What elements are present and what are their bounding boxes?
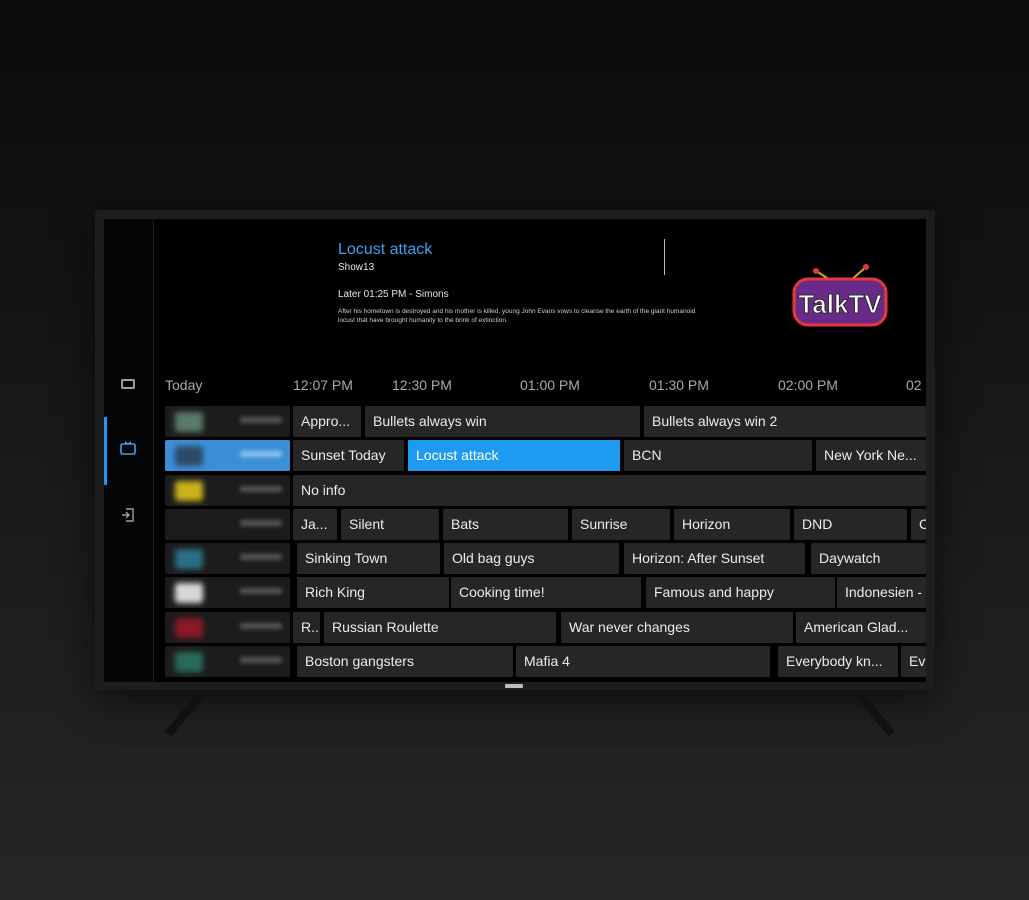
- program-cell[interactable]: Daywatch: [811, 543, 926, 575]
- channel-cell[interactable]: [165, 543, 290, 575]
- channel-name: [240, 657, 282, 664]
- tv-stand-left: [164, 693, 204, 737]
- program-cell[interactable]: Indonesien -: [837, 577, 926, 609]
- timeline-slot: 12:07 PM: [293, 377, 353, 393]
- timeline-today: Today: [165, 377, 203, 393]
- timeline-slot: 02:00 PM: [778, 377, 838, 393]
- program-cell[interactable]: Old bag guys: [444, 543, 619, 575]
- timeline-slot: 01:00 PM: [520, 377, 580, 393]
- program-later: Later 01:25 PM - Simons: [338, 289, 449, 300]
- guide-row: Boston gangsters Mafia 4 Everybody kn...…: [164, 645, 926, 679]
- timeline-slot: 02: [906, 377, 922, 393]
- channel-cell[interactable]: [165, 474, 290, 506]
- tv-brand-dot: [505, 684, 523, 688]
- program-cell[interactable]: Horizon: After Sunset: [624, 543, 805, 575]
- talktv-logo: TalkTV: [776, 257, 906, 333]
- channel-cell[interactable]: [165, 646, 290, 678]
- program-cell[interactable]: Sunset Today: [293, 440, 404, 472]
- sidebar: [104, 219, 154, 682]
- info-divider: [664, 239, 665, 275]
- program-cell[interactable]: Famous and happy: [646, 577, 835, 609]
- channel-name: [240, 622, 282, 629]
- timeline-slot: 01:30 PM: [649, 377, 709, 393]
- guide-row: Sunset Today Locust attack BCN New York …: [164, 439, 926, 473]
- program-cell[interactable]: Bats: [443, 508, 568, 540]
- program-cell[interactable]: C: [911, 508, 926, 540]
- channel-logo: [175, 617, 203, 638]
- program-cell[interactable]: Sinking Town: [297, 543, 440, 575]
- program-cell[interactable]: Cooking time!: [451, 577, 641, 609]
- channel-cell[interactable]: [165, 406, 290, 437]
- program-cell[interactable]: American Glad...: [796, 611, 926, 643]
- tv-screen: Locust attack Show13 Later 01:25 PM - Si…: [104, 219, 926, 682]
- guide-row: Rich King Cooking time! Famous and happy…: [164, 576, 926, 610]
- channel-logo: [175, 549, 203, 570]
- program-cell[interactable]: Ev: [901, 646, 926, 678]
- channel-cell[interactable]: [165, 577, 290, 609]
- channel-name: [240, 588, 282, 595]
- channel-name: [240, 417, 282, 423]
- channel-cell[interactable]: [165, 440, 290, 472]
- program-guide: Appro... Bullets always win Bullets alwa…: [164, 405, 926, 679]
- program-cell[interactable]: War never changes: [561, 611, 793, 643]
- svg-text:TalkTV: TalkTV: [798, 289, 882, 319]
- channel-name: [240, 451, 282, 458]
- program-cell-selected[interactable]: Locust attack: [408, 440, 620, 472]
- program-cell[interactable]: Silent: [341, 508, 439, 540]
- program-cell[interactable]: DND: [794, 508, 907, 540]
- program-cell[interactable]: BCN: [624, 440, 812, 472]
- channel-cell[interactable]: [165, 611, 290, 643]
- program-cell[interactable]: Boston gangsters: [297, 646, 513, 678]
- timeline-slot: 12:30 PM: [392, 377, 452, 393]
- program-info-panel: Locust attack Show13 Later 01:25 PM - Si…: [338, 241, 718, 326]
- channel-logo: [175, 652, 203, 673]
- program-cell[interactable]: Bullets always win 2: [644, 406, 926, 437]
- channel-name: [240, 485, 282, 492]
- channel-logo: [175, 480, 203, 501]
- exit-icon[interactable]: [118, 507, 138, 527]
- program-cell[interactable]: Ja...: [293, 508, 337, 540]
- program-cell[interactable]: Rich King: [297, 577, 449, 609]
- program-episode: Show13: [338, 262, 375, 273]
- channel-name: [240, 554, 282, 561]
- guide-row: R... Russian Roulette War never changes …: [164, 611, 926, 645]
- program-cell[interactable]: R...: [293, 611, 320, 643]
- program-cell[interactable]: Russian Roulette: [324, 611, 556, 643]
- channel-logo: [175, 412, 203, 432]
- program-cell[interactable]: Sunrise: [572, 508, 670, 540]
- guide-row: Sinking Town Old bag guys Horizon: After…: [164, 542, 926, 576]
- program-cell[interactable]: Appro...: [293, 406, 361, 437]
- program-cell[interactable]: No info: [293, 474, 926, 506]
- channel-logo: [175, 583, 203, 604]
- program-title: Locust attack: [338, 241, 433, 258]
- tv-icon[interactable]: [121, 379, 135, 389]
- timeline: Today 12:07 PM 12:30 PM 01:00 PM 01:30 P…: [164, 377, 926, 399]
- guide-row: No info: [164, 474, 926, 508]
- program-cell[interactable]: Horizon: [674, 508, 790, 540]
- sidebar-active-indicator: [104, 417, 107, 485]
- channel-logo: [175, 446, 203, 467]
- guide-row: Appro... Bullets always win Bullets alwa…: [164, 405, 926, 439]
- channel-name: [240, 519, 282, 526]
- program-cell[interactable]: Bullets always win: [365, 406, 640, 437]
- program-description: After his hometown is destroyed and his …: [338, 308, 696, 324]
- tv-stand-right: [856, 693, 896, 737]
- live-tv-icon[interactable]: [118, 441, 138, 461]
- channel-cell[interactable]: [165, 508, 290, 540]
- program-cell[interactable]: Everybody kn...: [778, 646, 898, 678]
- guide-row: Ja... Silent Bats Sunrise Horizon DND C: [164, 508, 926, 542]
- program-cell[interactable]: New York Ne...: [816, 440, 926, 472]
- program-cell[interactable]: Mafia 4: [516, 646, 770, 678]
